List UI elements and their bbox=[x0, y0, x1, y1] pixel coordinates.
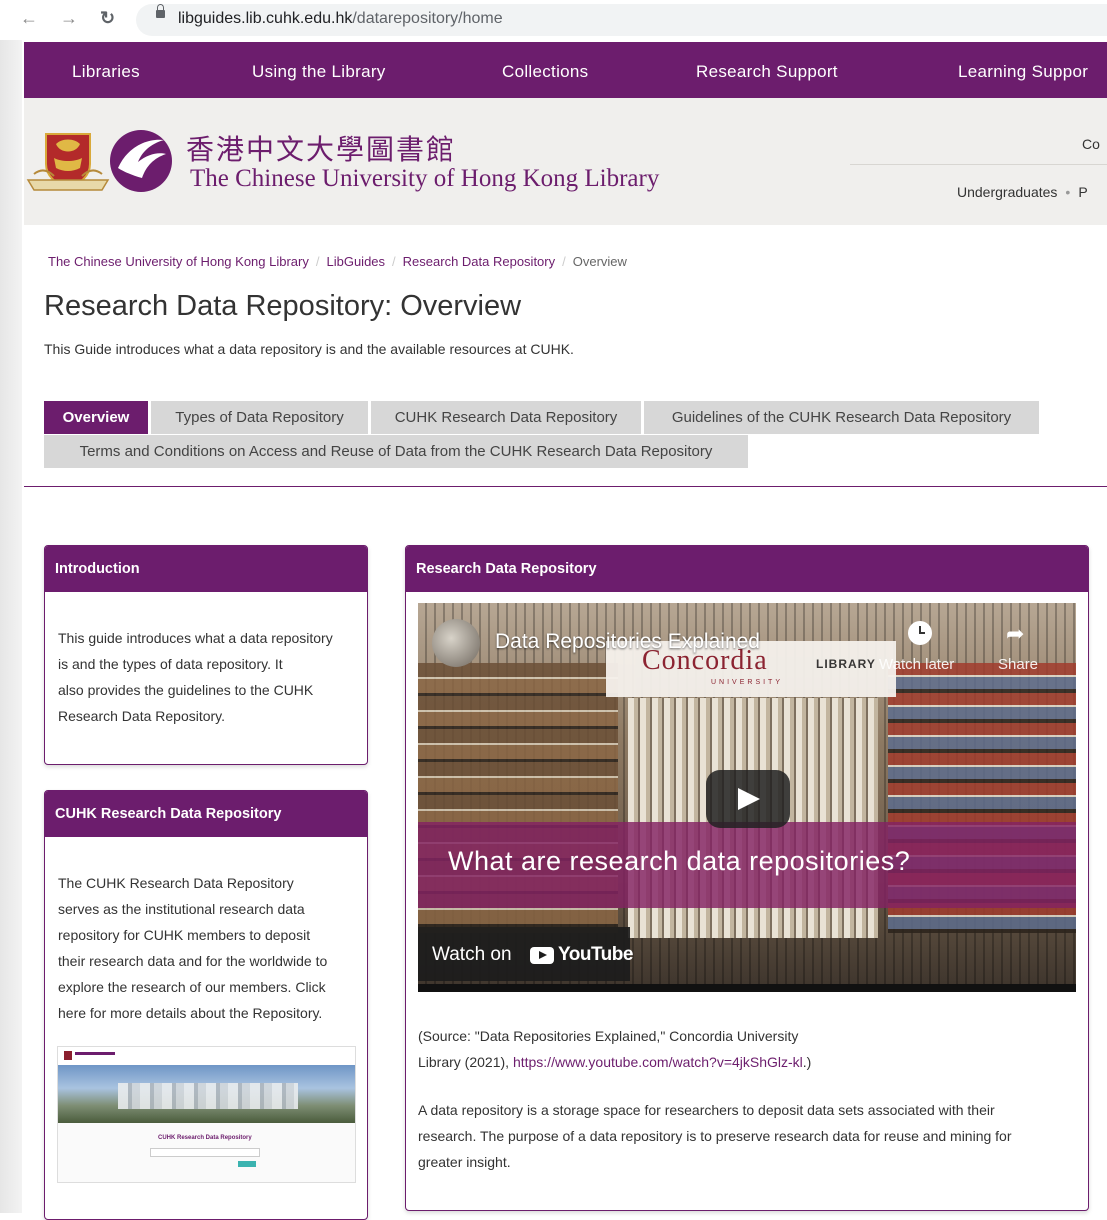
thumbnail-caption: CUHK Research Data Repository bbox=[158, 1135, 252, 1141]
breadcrumb-separator: / bbox=[562, 254, 566, 269]
page-description: This Guide introduces what a data reposi… bbox=[44, 341, 574, 357]
youtube-video-embed[interactable]: Concordia UNIVERSITY LIBRARY Data Reposi… bbox=[418, 603, 1076, 992]
source-line-2: Library (2021), https://www.youtube.com/… bbox=[418, 1049, 1058, 1075]
campus-buildings bbox=[118, 1083, 298, 1109]
introduction-box-body: This guide introduces what a data reposi… bbox=[45, 592, 367, 729]
tab-overview[interactable]: Overview bbox=[44, 401, 148, 434]
youtube-logo-icon bbox=[530, 947, 554, 964]
url-host: libguides.lib.cuhk.edu.hk bbox=[178, 10, 353, 27]
url-text[interactable]: libguides.lib.cuhk.edu.hk/datarepository… bbox=[178, 10, 503, 28]
thumbnail-logo-text bbox=[75, 1052, 115, 1055]
audience-next-link[interactable]: P bbox=[1078, 184, 1087, 200]
nav-libraries[interactable]: Libraries bbox=[72, 62, 140, 82]
introduction-line: is and the types of data repository. It bbox=[58, 656, 283, 672]
introduction-line: This guide introduces what a data reposi… bbox=[58, 630, 333, 646]
lock-icon[interactable] bbox=[156, 4, 165, 18]
tab-guidelines[interactable]: Guidelines of the CUHK Research Data Rep… bbox=[644, 401, 1039, 434]
header-divider bbox=[850, 164, 1107, 165]
clock-icon[interactable] bbox=[908, 621, 932, 645]
nav-collections[interactable]: Collections bbox=[502, 62, 588, 82]
research-data-repository-box-title: Research Data Repository bbox=[406, 546, 1088, 592]
cuhk-repository-line: The CUHK Research Data Repository bbox=[58, 875, 294, 891]
repository-screenshot-thumbnail[interactable]: CUHK Research Data Repository bbox=[57, 1046, 356, 1183]
video-banner: What are research data repositories? bbox=[418, 822, 1076, 908]
library-english-name[interactable]: The Chinese University of Hong Kong Libr… bbox=[190, 165, 659, 193]
watch-later-label[interactable]: Watch later bbox=[879, 656, 954, 673]
breadcrumb: The Chinese University of Hong Kong Libr… bbox=[48, 254, 627, 269]
thumbnail-header bbox=[58, 1047, 355, 1066]
introduction-box-title: Introduction bbox=[45, 546, 367, 592]
breadcrumb-library[interactable]: The Chinese University of Hong Kong Libr… bbox=[48, 254, 309, 269]
play-button-icon[interactable] bbox=[706, 770, 790, 828]
repository-description: A data repository is a storage space for… bbox=[418, 1097, 1068, 1175]
library-logo-icon[interactable] bbox=[108, 128, 174, 194]
share-icon[interactable]: ➦ bbox=[1006, 621, 1024, 647]
audience-links: Undergraduates • P bbox=[957, 184, 1088, 200]
breadcrumb-separator: / bbox=[315, 254, 320, 269]
cuhk-repository-details-link[interactable]: here for more details about the Reposito… bbox=[58, 1000, 354, 1026]
watch-on-youtube-button[interactable]: Watch on YouTube bbox=[418, 927, 633, 981]
concordia-library: LIBRARY bbox=[816, 657, 876, 671]
source-prefix: Library (2021), bbox=[418, 1054, 513, 1070]
source-suffix: .) bbox=[802, 1054, 812, 1070]
url-path: /datarepository/home bbox=[352, 10, 503, 27]
undergraduates-link[interactable]: Undergraduates bbox=[957, 184, 1057, 200]
introduction-line: also provides the guidelines to the CUHK bbox=[58, 682, 314, 698]
cuhk-repository-box-title: CUHK Research Data Repository bbox=[45, 791, 367, 837]
nav-research-support[interactable]: Research Support bbox=[696, 62, 838, 82]
video-title[interactable]: Data Repositories Explained bbox=[495, 630, 760, 654]
introduction-box: Introduction This guide introduces what … bbox=[44, 545, 368, 765]
page-title: Research Data Repository: Overview bbox=[44, 290, 522, 322]
nav-using-the-library[interactable]: Using the Library bbox=[252, 62, 386, 82]
source-youtube-link[interactable]: https://www.youtube.com/watch?v=4jkShGlz… bbox=[513, 1054, 803, 1070]
tab-divider bbox=[24, 486, 1107, 487]
thumbnail-search-button bbox=[238, 1161, 256, 1167]
nav-learning-support[interactable]: Learning Suppor bbox=[958, 62, 1088, 82]
source-line-1: (Source: "Data Repositories Explained," … bbox=[418, 1028, 799, 1044]
thumbnail-search-input bbox=[150, 1148, 260, 1157]
video-banner-text: What are research data repositories? bbox=[448, 846, 911, 876]
cuhk-repository-line: repository for CUHK members to deposit bbox=[58, 927, 311, 943]
cuhk-repository-line: explore the research of our members. Cli… bbox=[58, 979, 326, 995]
description-line: A data repository is a storage space for… bbox=[418, 1102, 995, 1118]
thumbnail-logo-icon bbox=[64, 1051, 72, 1060]
channel-avatar[interactable] bbox=[432, 619, 480, 667]
tab-cuhk-research-data-repository[interactable]: CUHK Research Data Repository bbox=[371, 401, 641, 434]
tab-types-of-data-repository[interactable]: Types of Data Repository bbox=[151, 401, 368, 434]
reload-icon[interactable]: ↻ bbox=[100, 8, 115, 29]
breadcrumb-current: Overview bbox=[572, 254, 627, 269]
watch-on-label: Watch on bbox=[432, 944, 512, 965]
concordia-university: UNIVERSITY bbox=[711, 679, 784, 686]
cuhk-repository-box-body: The CUHK Research Data Repository serves… bbox=[45, 837, 367, 1026]
window-frame bbox=[0, 40, 22, 1213]
cuhk-crest-icon[interactable] bbox=[26, 130, 110, 192]
introduction-line: Research Data Repository. bbox=[58, 708, 226, 724]
video-source: (Source: "Data Repositories Explained," … bbox=[418, 1023, 1058, 1075]
breadcrumb-separator: / bbox=[392, 254, 396, 269]
tab-terms-and-conditions[interactable]: Terms and Conditions on Access and Reuse… bbox=[44, 435, 748, 468]
header-top-link[interactable]: Co bbox=[1082, 136, 1100, 152]
cuhk-repository-line: their research data and for the worldwid… bbox=[58, 953, 328, 969]
library-chinese-name[interactable]: 香港中文大學圖書館 bbox=[186, 128, 456, 168]
back-arrow-icon[interactable]: ← bbox=[20, 8, 38, 29]
breadcrumb-libguides[interactable]: LibGuides bbox=[326, 254, 385, 269]
description-line: research. The purpose of a data reposito… bbox=[418, 1128, 1012, 1144]
description-line: greater insight. bbox=[418, 1154, 511, 1170]
cuhk-repository-line: serves as the institutional research dat… bbox=[58, 901, 305, 917]
video-bottom-bar bbox=[418, 984, 1076, 992]
forward-arrow-icon[interactable]: → bbox=[60, 8, 78, 29]
breadcrumb-research-data-repository[interactable]: Research Data Repository bbox=[403, 254, 555, 269]
youtube-wordmark: YouTube bbox=[558, 944, 633, 965]
share-label[interactable]: Share bbox=[998, 656, 1038, 673]
audience-separator: • bbox=[1065, 184, 1071, 200]
